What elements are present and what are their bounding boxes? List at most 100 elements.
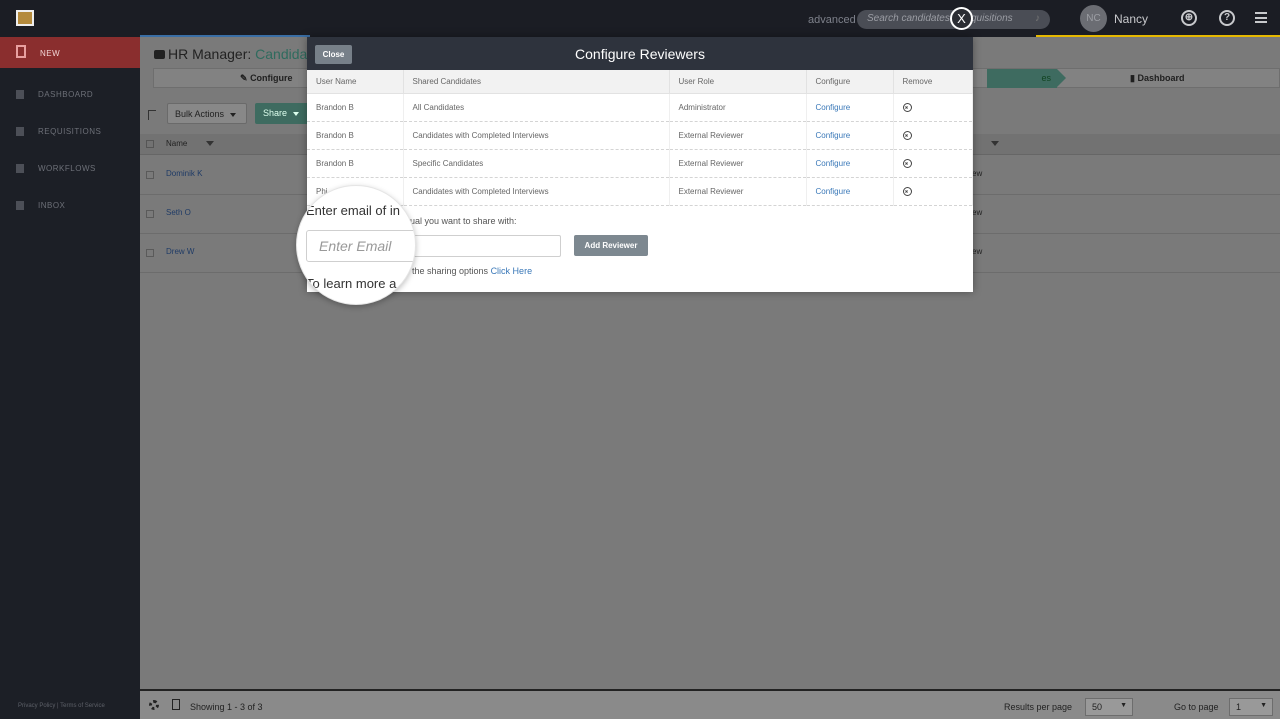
sidebar: NEW DASHBOARD REQUISITIONS WORKFLOWS INB…	[0, 37, 140, 719]
sidebar-item-label: DASHBOARD	[38, 90, 94, 99]
chevron-down-icon: ▼	[1260, 702, 1267, 709]
add-reviewer-button[interactable]: Add Reviewer	[574, 235, 648, 256]
sidebar-item-requisitions[interactable]: REQUISITIONS	[0, 123, 140, 143]
tab-dashboard[interactable]: ▮ Dashboard	[1130, 73, 1184, 84]
remove-circle-icon[interactable]	[902, 187, 912, 196]
results-per-page-select[interactable]: 50 ▼	[1085, 698, 1133, 716]
modal-close-button[interactable]: Close	[315, 45, 352, 64]
share-button[interactable]: Share	[255, 103, 310, 124]
table-row: Brandon B Candidates with Completed Inte…	[307, 121, 973, 150]
row-checkbox[interactable]	[146, 210, 154, 218]
row-checkbox[interactable]	[146, 249, 154, 257]
help-icon[interactable]: ?	[1219, 10, 1235, 26]
hamburger-menu-icon[interactable]	[1255, 12, 1267, 23]
learn-more-text: the sharing options Click Here	[412, 266, 532, 276]
tab-label: Configure	[250, 73, 293, 83]
filter-toggle-icon[interactable]	[148, 110, 156, 120]
go-to-page-select[interactable]: 1 ▼	[1229, 698, 1273, 716]
clipboard-icon	[16, 127, 24, 136]
tab-configure[interactable]: ✎ Configure	[240, 73, 293, 84]
bulk-actions-label: Bulk Actions	[175, 109, 225, 119]
globe-icon[interactable]: ⊕	[1181, 10, 1197, 26]
sidebar-item-label: INBOX	[38, 201, 66, 210]
configure-link[interactable]: Configure	[816, 131, 851, 140]
bar-chart-icon	[16, 90, 24, 99]
candidate-name-link[interactable]: Dominik K	[166, 169, 202, 178]
document-icon[interactable]	[172, 699, 180, 710]
configure-link[interactable]: Configure	[816, 187, 851, 196]
column-header-user-role: User Role	[669, 70, 807, 94]
remove-circle-icon[interactable]	[902, 103, 912, 112]
configure-link[interactable]: Configure	[816, 103, 851, 112]
new-document-icon	[16, 45, 26, 58]
remove-cell	[893, 149, 973, 178]
sidebar-item-dashboard[interactable]: DASHBOARD	[0, 86, 140, 106]
configure-cell: Configure	[806, 149, 894, 178]
review-cell: ew	[972, 208, 983, 217]
modal-title: Configure Reviewers	[575, 46, 705, 62]
user-name[interactable]: Nancy	[1114, 12, 1148, 26]
select-all-checkbox[interactable]	[146, 140, 154, 148]
magnifier-lens: Enter email of in Enter Email To learn m…	[296, 185, 416, 305]
user-role-cell: External Reviewer	[669, 121, 807, 150]
table-row: Brandon B Specific Candidates External R…	[307, 149, 973, 178]
remove-cell	[893, 121, 973, 150]
share-with-label: ual you want to share with:	[410, 216, 517, 226]
user-role-cell: Administrator	[669, 93, 807, 122]
row-checkbox[interactable]	[146, 171, 154, 179]
gear-icon[interactable]	[149, 700, 159, 710]
candidate-name-link[interactable]: Seth O	[166, 208, 191, 217]
sidebar-footer-links[interactable]: Privacy Policy | Terms of Service	[18, 703, 105, 709]
sidebar-item-inbox[interactable]: INBOX	[0, 197, 140, 217]
close-overlay-button[interactable]: X	[950, 7, 973, 30]
click-here-link[interactable]: Click Here	[491, 266, 533, 276]
search-placeholder: Search candidates & requisitions	[867, 13, 1013, 24]
go-to-page-value: 1	[1236, 702, 1242, 712]
candidate-name-link[interactable]: Drew W	[166, 247, 194, 256]
review-cell: ew	[972, 247, 983, 256]
app-logo[interactable]	[16, 10, 34, 26]
table-row: Phi Candidates with Completed Interviews…	[307, 177, 973, 206]
review-cell: ew	[972, 169, 983, 178]
tab-candidates[interactable]: es	[987, 69, 1066, 88]
magnified-learn-more: To learn more a	[306, 276, 397, 291]
filter-icon[interactable]	[206, 141, 214, 146]
bulk-actions-button[interactable]: Bulk Actions	[167, 103, 247, 124]
shared-candidates-cell: Candidates with Completed Interviews	[403, 121, 670, 150]
workflow-icon	[16, 164, 24, 173]
microphone-icon[interactable]: ♪	[1035, 13, 1040, 24]
chevron-down-icon	[230, 112, 237, 117]
reviewers-table: User Name Shared Candidates User Role Co…	[307, 70, 973, 206]
sidebar-item-label: WORKFLOWS	[38, 164, 96, 173]
modal-header: Configure Reviewers Close	[307, 37, 973, 70]
configure-link[interactable]: Configure	[816, 159, 851, 168]
column-header-remove: Remove	[893, 70, 973, 94]
magnified-label: Enter email of in	[306, 203, 400, 218]
page-title-prefix: HR Manager:	[168, 46, 256, 62]
filter-icon[interactable]	[991, 141, 999, 146]
remove-cell	[893, 177, 973, 206]
column-header-name[interactable]: Name	[166, 139, 187, 148]
briefcase-icon	[154, 50, 165, 59]
sidebar-item-label: NEW	[40, 49, 61, 58]
user-name-cell: Brandon B	[307, 93, 404, 122]
chevron-down-icon	[293, 111, 300, 116]
shared-candidates-cell: Candidates with Completed Interviews	[403, 177, 670, 206]
go-to-page-label: Go to page	[1174, 702, 1219, 712]
chevron-down-icon: ▼	[1120, 702, 1127, 709]
avatar[interactable]: NC	[1080, 5, 1107, 32]
remove-cell	[893, 93, 973, 122]
remove-circle-icon[interactable]	[902, 159, 912, 168]
remove-circle-icon[interactable]	[902, 131, 912, 140]
magnified-email-field[interactable]: Enter Email	[306, 230, 415, 262]
user-name-cell: Brandon B	[307, 121, 404, 150]
user-role-cell: External Reviewer	[669, 149, 807, 178]
sidebar-item-workflows[interactable]: WORKFLOWS	[0, 160, 140, 180]
bar-chart-icon: ▮	[1130, 73, 1135, 83]
configure-cell: Configure	[806, 93, 894, 122]
page-title: HR Manager: Candidat	[154, 46, 311, 62]
advanced-search-link[interactable]: advanced	[808, 14, 856, 26]
results-per-page-label: Results per page	[1004, 702, 1073, 712]
configure-cell: Configure	[806, 177, 894, 206]
sidebar-item-new[interactable]: NEW	[0, 37, 140, 68]
